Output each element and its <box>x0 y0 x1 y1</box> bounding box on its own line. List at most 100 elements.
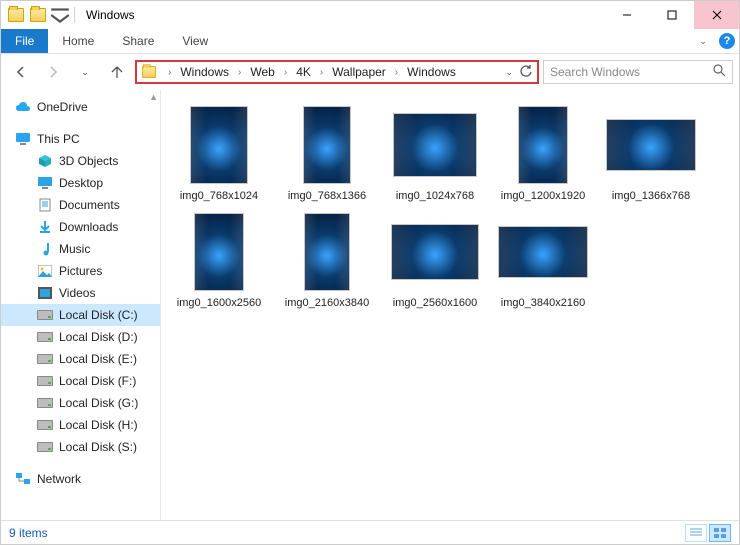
sidebar-item-label: Local Disk (H:) <box>59 418 138 432</box>
chevron-right-icon[interactable]: › <box>390 67 403 78</box>
file-item[interactable]: img0_1200x1920 <box>495 104 591 203</box>
file-name: img0_2560x1600 <box>393 297 477 310</box>
wallpaper-image <box>518 106 568 184</box>
sidebar-item-music[interactable]: Music <box>1 238 160 260</box>
qat-dropdown-icon[interactable] <box>49 4 71 26</box>
wallpaper-image <box>194 213 244 291</box>
ribbon-expand-icon[interactable]: ⌄ <box>691 29 715 53</box>
sidebar-item-label: Local Disk (E:) <box>59 352 137 366</box>
drive-icon <box>37 373 53 389</box>
body: ▲ OneDrive This PC 3D Objects Desktop Docu… <box>1 90 739 520</box>
file-name: img0_1200x1920 <box>501 190 585 203</box>
sidebar-item-onedrive[interactable]: OneDrive <box>1 96 160 118</box>
file-item[interactable]: img0_768x1024 <box>171 104 267 203</box>
down-icon <box>37 219 53 235</box>
status-bar: 9 items <box>1 520 739 544</box>
sidebar-item-3d-objects[interactable]: 3D Objects <box>1 150 160 172</box>
file-name: img0_1024x768 <box>396 190 474 203</box>
forward-button[interactable] <box>39 59 67 85</box>
sidebar-item-label: Videos <box>59 286 95 300</box>
file-thumbnail <box>171 211 267 293</box>
sidebar-item-label: This PC <box>37 132 80 146</box>
maximize-button[interactable] <box>649 1 694 29</box>
file-item[interactable]: img0_3840x2160 <box>495 211 591 310</box>
file-item[interactable]: img0_768x1366 <box>279 104 375 203</box>
file-item[interactable]: img0_2160x3840 <box>279 211 375 310</box>
sidebar-item-thispc[interactable]: This PC <box>1 128 160 150</box>
navigation-pane[interactable]: ▲ OneDrive This PC 3D Objects Desktop Docu… <box>1 90 161 520</box>
tab-home[interactable]: Home <box>48 29 108 53</box>
pc-icon <box>15 131 31 147</box>
pic-icon <box>37 263 53 279</box>
sidebar-item-local-disk-g-[interactable]: Local Disk (G:) <box>1 392 160 414</box>
file-item[interactable]: img0_1024x768 <box>387 104 483 203</box>
chevron-right-icon[interactable]: › <box>279 67 292 78</box>
quick-access-toolbar <box>1 4 78 26</box>
back-button[interactable] <box>7 59 35 85</box>
search-placeholder: Search Windows <box>550 65 640 79</box>
sidebar-item-label: Local Disk (G:) <box>59 396 138 410</box>
tab-share[interactable]: Share <box>108 29 168 53</box>
qat-folder-icon[interactable] <box>27 4 49 26</box>
breadcrumb-segment[interactable]: Web <box>248 65 276 79</box>
drive-icon <box>37 417 53 433</box>
file-thumbnail <box>279 211 375 293</box>
breadcrumb-segment[interactable]: Wallpaper <box>330 65 388 79</box>
chevron-right-icon[interactable]: › <box>315 67 328 78</box>
wallpaper-image <box>606 119 696 171</box>
sidebar-item-label: Local Disk (F:) <box>59 374 136 388</box>
sidebar-item-label: Music <box>59 242 90 256</box>
up-button[interactable] <box>103 59 131 85</box>
file-item[interactable]: img0_2560x1600 <box>387 211 483 310</box>
cube-icon <box>37 153 53 169</box>
sidebar-item-local-disk-s-[interactable]: Local Disk (S:) <box>1 436 160 458</box>
help-button[interactable]: ? <box>715 29 739 53</box>
sidebar-item-label: Desktop <box>59 176 103 190</box>
file-thumbnail <box>279 104 375 186</box>
breadcrumb-segment[interactable]: Windows <box>405 65 458 79</box>
sidebar-item-local-disk-d-[interactable]: Local Disk (D:) <box>1 326 160 348</box>
chevron-right-icon[interactable]: › <box>163 67 176 78</box>
file-item[interactable]: img0_1366x768 <box>603 104 699 203</box>
drive-icon <box>37 395 53 411</box>
sidebar-item-desktop[interactable]: Desktop <box>1 172 160 194</box>
file-thumbnail <box>603 104 699 186</box>
details-view-button[interactable] <box>685 524 707 542</box>
sidebar-item-pictures[interactable]: Pictures <box>1 260 160 282</box>
sidebar-item-documents[interactable]: Documents <box>1 194 160 216</box>
sidebar-item-label: 3D Objects <box>59 154 118 168</box>
sidebar-item-network[interactable]: Network <box>1 468 160 490</box>
video-icon <box>37 285 53 301</box>
minimize-button[interactable] <box>604 1 649 29</box>
sidebar-item-local-disk-h-[interactable]: Local Disk (H:) <box>1 414 160 436</box>
chevron-right-icon[interactable]: › <box>233 67 246 78</box>
file-name: img0_2160x3840 <box>285 297 369 310</box>
navigation-bar: ⌄ › Windows › Web › 4K › Wallpaper › Win… <box>1 54 739 90</box>
file-thumbnail <box>495 104 591 186</box>
file-item[interactable]: img0_1600x2560 <box>171 211 267 310</box>
desktop-icon <box>37 175 53 191</box>
thumbnails-view-button[interactable] <box>709 524 731 542</box>
sidebar-item-local-disk-f-[interactable]: Local Disk (F:) <box>1 370 160 392</box>
sidebar-item-local-disk-c-[interactable]: Local Disk (C:) <box>1 304 160 326</box>
sidebar-item-videos[interactable]: Videos <box>1 282 160 304</box>
sidebar-item-local-disk-e-[interactable]: Local Disk (E:) <box>1 348 160 370</box>
address-dropdown-icon[interactable]: ⌄ <box>505 67 513 78</box>
tab-view[interactable]: View <box>168 29 222 53</box>
cloud-icon <box>15 99 31 115</box>
address-bar[interactable]: › Windows › Web › 4K › Wallpaper › Windo… <box>135 60 539 84</box>
close-button[interactable] <box>694 1 739 29</box>
breadcrumb-segment[interactable]: Windows <box>178 65 231 79</box>
file-list[interactable]: img0_768x1024img0_768x1366img0_1024x768i… <box>161 90 739 520</box>
refresh-button[interactable] <box>519 64 533 81</box>
recent-locations-button[interactable]: ⌄ <box>71 59 99 85</box>
file-tab[interactable]: File <box>1 29 48 53</box>
search-icon <box>713 64 726 80</box>
status-item-count: 9 items <box>9 526 48 540</box>
search-input[interactable]: Search Windows <box>543 60 733 84</box>
file-name: img0_3840x2160 <box>501 297 585 310</box>
breadcrumb-segment[interactable]: 4K <box>294 65 313 79</box>
scroll-up-icon[interactable]: ▲ <box>149 92 158 102</box>
sidebar-item-downloads[interactable]: Downloads <box>1 216 160 238</box>
network-icon <box>15 471 31 487</box>
